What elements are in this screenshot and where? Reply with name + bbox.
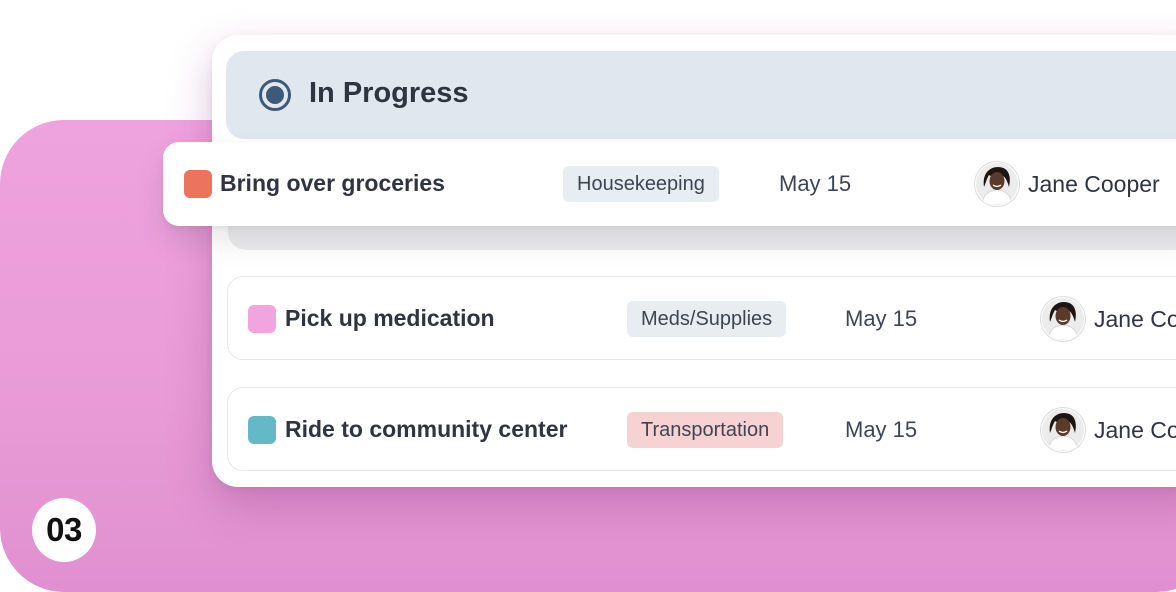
- radio-selected-icon: [258, 78, 292, 112]
- task-color-swatch: [248, 305, 276, 333]
- step-number: 03: [46, 511, 82, 548]
- column-title: In Progress: [309, 77, 469, 109]
- assignee-name: Jane Cooper: [1028, 170, 1160, 197]
- task-title: Pick up medication: [285, 305, 495, 331]
- category-tag[interactable]: Meds/Supplies: [627, 301, 787, 337]
- task-row[interactable]: Pick up medication Meds/Supplies May 15 …: [227, 276, 1176, 360]
- stage: 03 In Progress Pick up medication Meds/S…: [0, 0, 1176, 592]
- task-title: Ride to community center: [285, 416, 568, 442]
- assignee[interactable]: Jane Cooper: [1041, 297, 1176, 341]
- avatar-icon: [1041, 297, 1085, 341]
- due-date: May 15: [845, 417, 918, 442]
- task-color-swatch: [248, 416, 276, 444]
- category-tag[interactable]: Transportation: [627, 412, 784, 448]
- avatar-icon: [975, 162, 1019, 206]
- assignee[interactable]: Jane Cooper: [975, 162, 1160, 206]
- task-row-dragging[interactable]: Bring over groceries Housekeeping May 15…: [163, 142, 1176, 226]
- column-header[interactable]: In Progress: [226, 51, 1176, 139]
- category-tag[interactable]: Housekeeping: [563, 166, 719, 202]
- due-date: May 15: [779, 171, 852, 196]
- step-number-badge: 03: [32, 498, 96, 562]
- assignee-name: Jane Cooper: [1094, 416, 1176, 443]
- task-color-swatch: [184, 170, 212, 198]
- assignee[interactable]: Jane Cooper: [1041, 408, 1176, 452]
- task-row[interactable]: Ride to community center Transportation …: [227, 387, 1176, 471]
- due-date: May 15: [845, 306, 918, 331]
- assignee-name: Jane Cooper: [1094, 305, 1176, 332]
- task-title: Bring over groceries: [220, 170, 445, 196]
- avatar-icon: [1041, 408, 1085, 452]
